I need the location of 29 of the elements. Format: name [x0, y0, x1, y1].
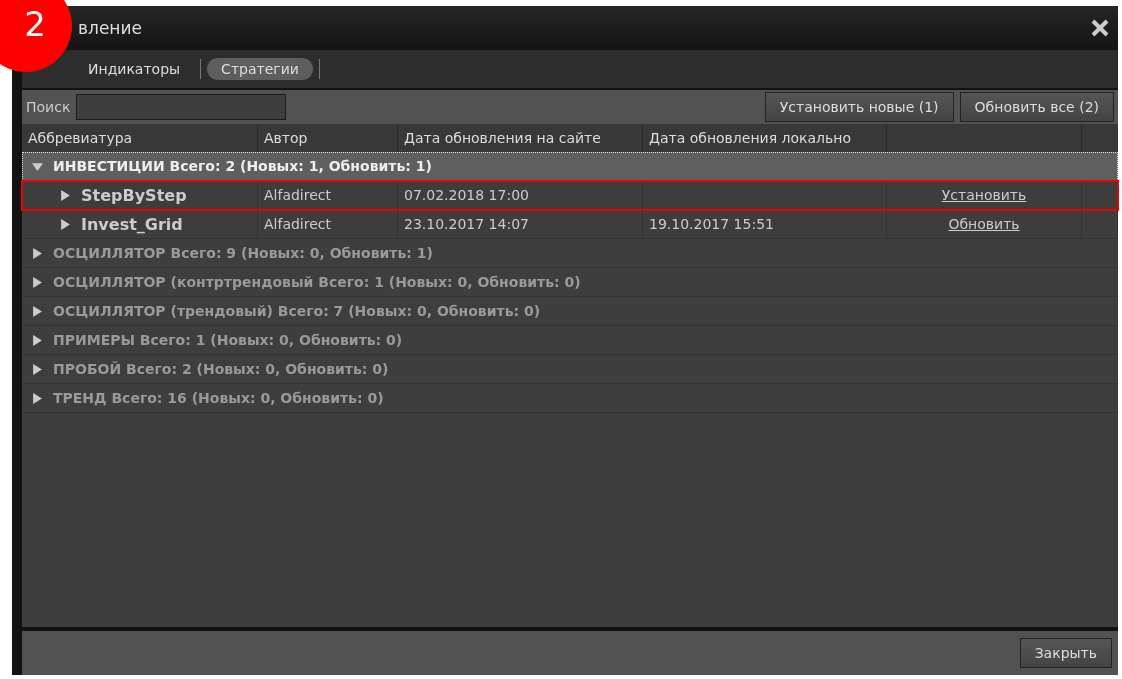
- expand-triangle-icon[interactable]: [32, 247, 43, 259]
- row-action-link[interactable]: Обновить: [948, 216, 1020, 232]
- table-cell: Alfadirect: [258, 210, 398, 238]
- toolbar-button[interactable]: Обновить все (2): [959, 92, 1114, 122]
- table-cell: Alfadirect: [258, 181, 398, 209]
- expand-triangle-icon[interactable]: [60, 218, 71, 230]
- table-cell: 07.02.2018 17:00: [398, 181, 643, 209]
- group-row[interactable]: ИНВЕСТИЦИИ Всего: 2 (Новых: 1, Обновить: 1): [22, 152, 1118, 181]
- toolbar-button[interactable]: Установить новые (1): [764, 92, 954, 122]
- close-icon[interactable]: [1090, 18, 1110, 38]
- collapse-triangle-icon[interactable]: [32, 160, 43, 172]
- window-title: вление: [78, 18, 143, 38]
- step-number-badge: 2: [0, 0, 72, 72]
- table-cell: StepByStep: [81, 185, 187, 205]
- expand-triangle-icon[interactable]: [32, 276, 43, 288]
- table-cell: 19.10.2017 15:51: [643, 210, 887, 238]
- tab[interactable]: Стратегии: [207, 58, 313, 80]
- search-label: Поиск: [26, 99, 71, 115]
- row-action-link[interactable]: Установить: [941, 187, 1027, 203]
- expand-triangle-icon[interactable]: [32, 334, 43, 346]
- table-cell: 23.10.2017 14:07: [398, 210, 643, 238]
- close-button[interactable]: Закрыть: [1019, 638, 1112, 668]
- expand-triangle-icon[interactable]: [32, 392, 43, 404]
- expand-triangle-icon[interactable]: [60, 189, 71, 201]
- expand-triangle-icon[interactable]: [32, 363, 43, 375]
- expand-triangle-icon[interactable]: [32, 305, 43, 317]
- table-cell: Invest_Grid: [81, 214, 183, 234]
- search-field[interactable]: [76, 94, 287, 120]
- tab[interactable]: Индикаторы: [74, 58, 195, 80]
